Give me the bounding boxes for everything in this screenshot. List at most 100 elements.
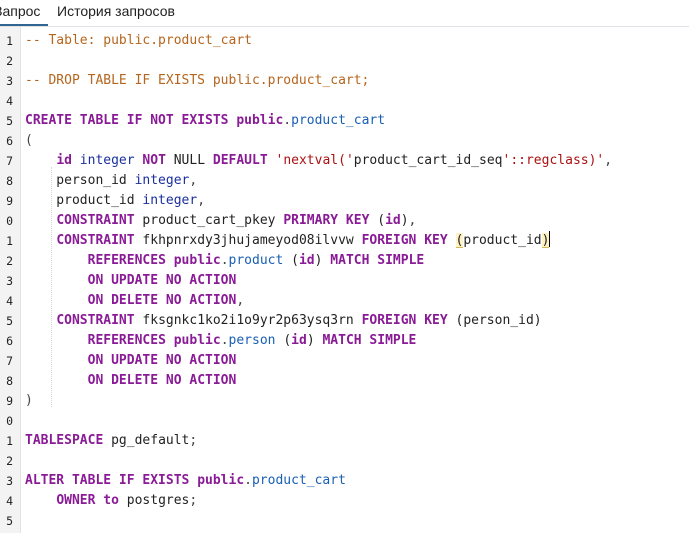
code-token: id xyxy=(385,213,401,228)
code-token: ) xyxy=(541,233,550,248)
code-token: integer xyxy=(134,173,190,188)
code-token: product_cart_pkey xyxy=(134,213,284,228)
code-token: MATCH SIMPLE xyxy=(322,333,417,348)
line-number: 2 xyxy=(6,454,13,468)
code-token: product_id xyxy=(25,193,143,208)
line-number: 1 xyxy=(6,34,13,48)
line-number: 0 xyxy=(6,414,13,428)
code-token: person_id xyxy=(25,173,135,188)
code-token: TABLESPACE xyxy=(25,433,104,448)
code-line: CONSTRAINT fksgnkc1ko2i1o9yr2p63ysq3rn F… xyxy=(25,311,542,331)
tab-query[interactable]: Запрос xyxy=(0,0,49,26)
line-number: 2 xyxy=(6,254,13,268)
code-token: CREATE TABLE IF NOT EXISTS xyxy=(25,113,237,128)
code-token: pg_default xyxy=(103,433,190,448)
code-token: public xyxy=(173,333,221,348)
line-number: 6 xyxy=(6,134,13,148)
code-token: product_id xyxy=(463,233,542,248)
code-line: ( xyxy=(25,131,33,151)
code-token: public xyxy=(236,113,284,128)
line-number: 4 xyxy=(6,94,13,108)
line-number: 2 xyxy=(6,54,13,68)
code-token: product_cart xyxy=(251,473,346,488)
code-line: CONSTRAINT fkhpnrxdy3jhujameyod08ilvvw F… xyxy=(25,231,551,251)
code-token: ; xyxy=(189,493,198,508)
code-line: ON DELETE NO ACTION xyxy=(25,371,237,391)
code-token: integer xyxy=(79,153,135,168)
code-token: , xyxy=(236,293,245,308)
code-token: fksgnkc1ko2i1o9yr2p63ysq3rn xyxy=(134,313,362,328)
code-token: product_cart_id_seq xyxy=(353,153,503,168)
code-token: 'nextval(' xyxy=(275,153,354,168)
line-number: 5 xyxy=(6,514,13,528)
code-token: ) xyxy=(314,253,331,268)
code-token: ( xyxy=(275,333,292,348)
code-token: id xyxy=(298,253,315,268)
code-token: ( xyxy=(283,253,299,268)
code-token: id xyxy=(56,153,72,168)
code-token: -- DROP TABLE IF EXISTS public.product_c… xyxy=(25,73,370,88)
line-number: 3 xyxy=(6,74,13,88)
code-token: product xyxy=(228,253,284,268)
code-line: ALTER TABLE IF EXISTS public.product_car… xyxy=(25,471,346,491)
line-number: 4 xyxy=(6,294,13,308)
line-number: 7 xyxy=(6,354,13,368)
code-line: OWNER to postgres; xyxy=(25,491,197,511)
line-number: 0 xyxy=(6,214,13,228)
code-line: CREATE TABLE IF NOT EXISTS public.produc… xyxy=(25,111,385,131)
code-token: fkhpnrxdy3jhujameyod08ilvvw xyxy=(134,233,362,248)
query-tab-bar: Запрос История запросов xyxy=(0,0,689,27)
code-token: ) xyxy=(306,333,323,348)
code-token: -- Table: public.product_cart xyxy=(25,33,252,48)
tab-query-history[interactable]: История запросов xyxy=(57,0,175,26)
code-token: product_cart xyxy=(291,113,386,128)
code-token: FOREIGN KEY xyxy=(361,233,448,248)
line-number: 1 xyxy=(6,434,13,448)
code-line: product_id integer, xyxy=(25,191,205,211)
line-number: 3 xyxy=(6,474,13,488)
code-token: , xyxy=(189,173,198,188)
code-token: FOREIGN KEY xyxy=(361,313,448,328)
code-line: ON UPDATE NO ACTION xyxy=(25,271,237,291)
code-token: MATCH SIMPLE xyxy=(330,253,425,268)
code-line: REFERENCES public.product (id) MATCH SIM… xyxy=(25,251,425,271)
code-token: CONSTRAINT xyxy=(56,313,135,328)
code-token: . xyxy=(220,333,229,348)
code-token: integer xyxy=(142,193,198,208)
code-token: ON UPDATE NO ACTION xyxy=(87,273,237,288)
sql-editor[interactable]: 1 2 3 4 5 6 7 8 9 0 1 2 3 4 5 6 7 8 9 0 1 2 3 4 5 -- Table: publ… xyxy=(0,27,689,533)
code-token: , xyxy=(408,213,417,228)
code-token: ) xyxy=(25,393,33,408)
code-area[interactable]: -- Table: public.product_cart -- DROP TAB… xyxy=(25,27,685,533)
line-number: 8 xyxy=(6,174,13,188)
code-token: '::regclass)' xyxy=(502,153,605,168)
line-number: 5 xyxy=(6,314,13,328)
code-token: public xyxy=(173,253,221,268)
code-token: postgres xyxy=(118,493,190,508)
code-line: ON DELETE NO ACTION, xyxy=(25,291,245,311)
line-number: 6 xyxy=(6,334,13,348)
code-token: REFERENCES xyxy=(87,333,166,348)
code-line: -- Table: public.product_cart xyxy=(25,31,252,51)
text-cursor xyxy=(549,231,551,247)
code-token: (person_id) xyxy=(447,313,542,328)
code-token: . xyxy=(220,253,229,268)
code-token: ALTER TABLE IF EXISTS xyxy=(25,473,198,488)
line-number: 7 xyxy=(6,154,13,168)
line-number: 8 xyxy=(6,374,13,388)
code-line: id integer NOT NULL DEFAULT 'nextval('pr… xyxy=(25,151,612,171)
code-line: -- DROP TABLE IF EXISTS public.product_c… xyxy=(25,71,369,91)
